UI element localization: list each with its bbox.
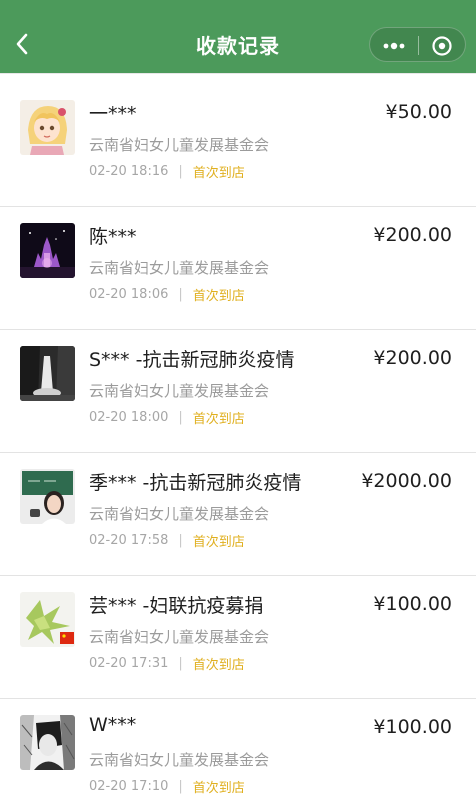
organization-name: 云南省妇女儿童发展基金会 (89, 382, 270, 400)
separator: | (178, 287, 183, 302)
amount: ¥2000.00 (361, 470, 452, 492)
list-item[interactable]: S*** -抗击新冠肺炎疫情 ¥200.00 云南省妇女儿童发展基金会 02-2… (0, 330, 476, 453)
list-item[interactable]: 芸*** -妇联抗疫募捐 ¥100.00 云南省妇女儿童发展基金会 02-20 … (0, 576, 476, 699)
donor-name: 陈*** (89, 226, 137, 248)
first-visit-tag: 首次到店 (192, 535, 245, 550)
nav-bottom-strip (0, 73, 476, 84)
amount: ¥100.00 (373, 593, 452, 615)
amount: ¥100.00 (373, 716, 452, 738)
first-visit-tag: 首次到店 (192, 412, 245, 427)
timestamp: 02-20 17:58 (89, 533, 169, 548)
donor-name: 一*** (89, 103, 137, 125)
anime-girl-avatar (20, 100, 75, 155)
timestamp: 02-20 18:00 (89, 410, 169, 425)
first-visit-tag: 首次到店 (192, 166, 245, 181)
donor-name: 芸*** -妇联抗疫募捐 (89, 595, 264, 617)
more-button[interactable] (370, 28, 418, 63)
separator: | (178, 779, 183, 794)
first-visit-tag: 首次到店 (192, 658, 245, 673)
organization-name: 云南省妇女儿童发展基金会 (89, 259, 270, 277)
record-meta: 02-20 17:58 | 首次到店 (89, 531, 245, 550)
waterfall-avatar (20, 346, 75, 401)
payment-record-list: 一*** ¥50.00 云南省妇女儿童发展基金会 02-20 18:16 | 首… (0, 84, 476, 800)
girl-blackboard-avatar (20, 469, 75, 524)
donor-name: W*** (89, 714, 137, 736)
list-item[interactable]: 季*** -抗击新冠肺炎疫情 ¥2000.00 云南省妇女儿童发展基金会 02-… (0, 453, 476, 576)
record-meta: 02-20 18:06 | 首次到店 (89, 285, 245, 304)
separator: | (178, 533, 183, 548)
first-visit-tag: 首次到店 (192, 289, 245, 304)
timestamp: 02-20 17:31 (89, 656, 169, 671)
timestamp: 02-20 18:06 (89, 287, 169, 302)
starfruit-flag-avatar (20, 592, 75, 647)
list-item[interactable]: 陈*** ¥200.00 云南省妇女儿童发展基金会 02-20 18:06 | … (0, 207, 476, 330)
nav-bar: 收款记录 (0, 0, 476, 84)
organization-name: 云南省妇女儿童发展基金会 (89, 628, 270, 646)
first-visit-tag: 首次到店 (192, 781, 245, 796)
timestamp: 02-20 17:10 (89, 779, 169, 794)
organization-name: 云南省妇女儿童发展基金会 (89, 505, 270, 523)
amount: ¥200.00 (373, 347, 452, 369)
night-castle-avatar (20, 223, 75, 278)
target-circle-icon (432, 35, 452, 56)
amount: ¥200.00 (373, 224, 452, 246)
separator: | (178, 656, 183, 671)
separator: | (178, 164, 183, 179)
donor-name: S*** -抗击新冠肺炎疫情 (89, 349, 295, 371)
more-dots-icon (383, 42, 405, 49)
list-item[interactable]: 一*** ¥50.00 云南省妇女儿童发展基金会 02-20 18:16 | 首… (0, 84, 476, 207)
separator: | (178, 410, 183, 425)
donor-name: 季*** -抗击新冠肺炎疫情 (89, 472, 302, 494)
timestamp: 02-20 18:16 (89, 164, 169, 179)
record-meta: 02-20 17:31 | 首次到店 (89, 654, 245, 673)
organization-name: 云南省妇女儿童发展基金会 (89, 136, 270, 154)
mini-program-capsule (369, 27, 466, 62)
organization-name: 云南省妇女儿童发展基金会 (89, 751, 270, 769)
list-item[interactable]: W*** ¥100.00 云南省妇女儿童发展基金会 02-20 17:10 | … (0, 699, 476, 800)
record-meta: 02-20 18:16 | 首次到店 (89, 162, 245, 181)
close-button[interactable] (419, 28, 465, 63)
sketch-portrait-avatar (20, 715, 75, 770)
record-meta: 02-20 18:00 | 首次到店 (89, 408, 245, 427)
amount: ¥50.00 (385, 101, 452, 123)
record-meta: 02-20 17:10 | 首次到店 (89, 777, 245, 796)
